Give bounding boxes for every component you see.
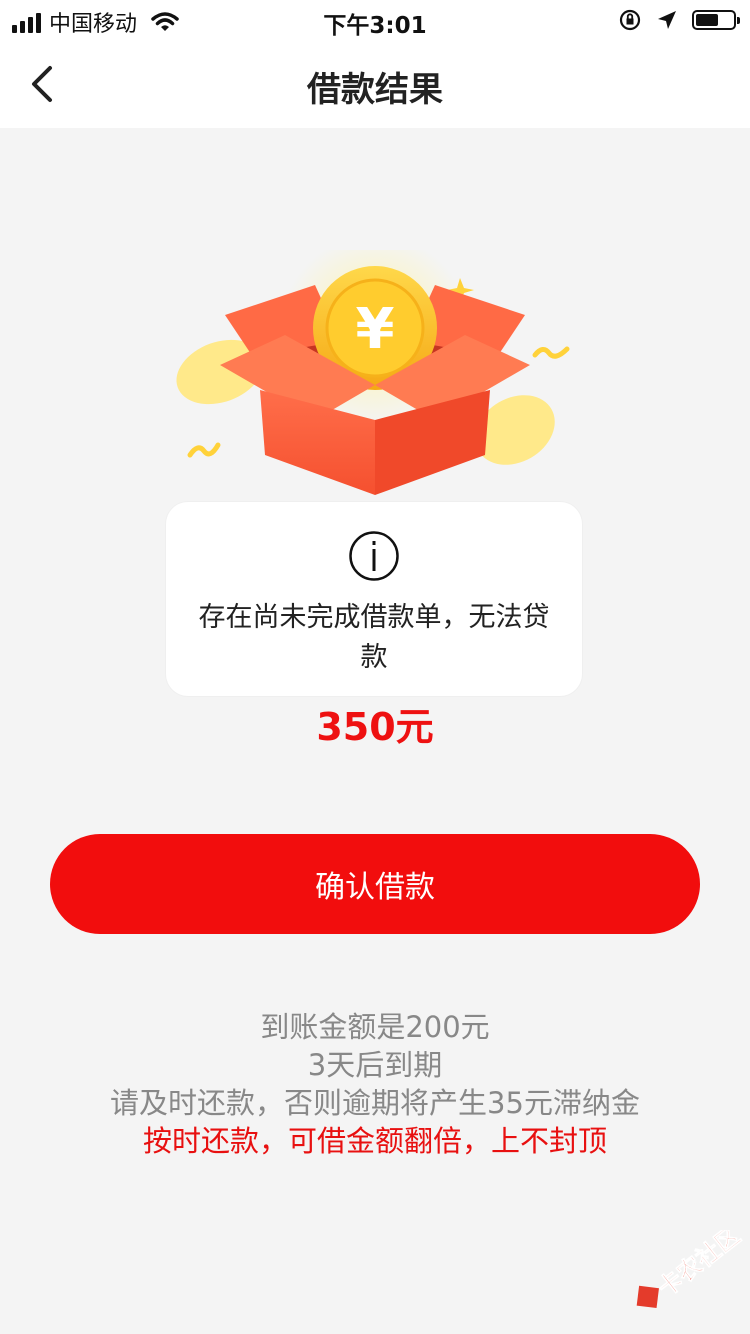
info-line-arrival: 到账金额是200元 [260, 1010, 490, 1044]
gift-box-coin-icon: ¥ [176, 250, 570, 495]
status-bar: 中国移动 下午3:01 [0, 0, 750, 40]
info-line-late-fee: 请及时还款，否则逾期将产生35元滞纳金 [110, 1086, 640, 1120]
watermark-logo: 卡农社区 [636, 1230, 744, 1309]
orientation-lock-icon [619, 9, 641, 31]
nav-bar: 借款结果 [0, 40, 750, 128]
info-line-due: 3天后到期 [307, 1048, 443, 1082]
location-icon [658, 11, 676, 29]
info-line-promo: 按时还款，可借金额翻倍，上不封顶 [142, 1124, 607, 1158]
toast-text: 存在尚未完成借款单，无法贷款 [198, 602, 550, 673]
svg-text:¥: ¥ [356, 297, 395, 362]
confirm-loan-button[interactable]: 确认借款 [50, 834, 700, 934]
battery-icon [692, 10, 740, 30]
toast-message: 存在尚未完成借款单，无法贷款 [166, 502, 582, 696]
page-title: 借款结果 [307, 70, 443, 110]
watermark-text: 卡农社区 [653, 1230, 744, 1302]
loan-info: 到账金额是200元 3天后到期 请及时还款，否则逾期将产生35元滞纳金 按时还款… [0, 1008, 750, 1160]
info-icon [349, 531, 399, 581]
loan-amount: 350元 [316, 705, 434, 749]
status-right [618, 8, 740, 32]
